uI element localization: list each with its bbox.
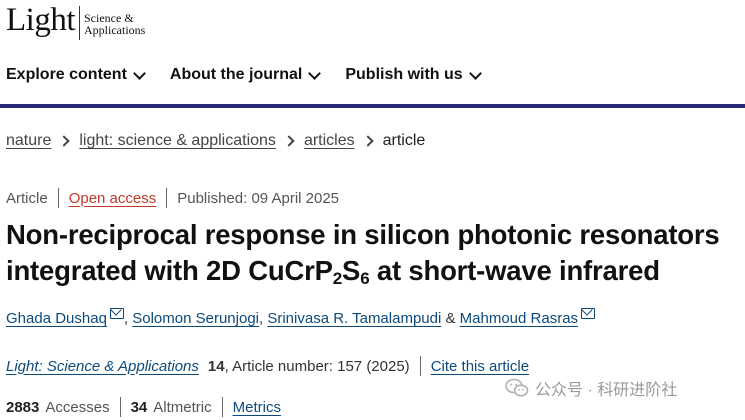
author-link[interactable]: Ghada Dushaq [6,310,107,327]
breadcrumb: nature light: science & applications art… [6,132,425,150]
citation-line: Light: Science & Applications 14 , Artic… [6,356,529,376]
divider [221,397,223,417]
accesses-label: Accesses [45,398,110,416]
breadcrumb-nature[interactable]: nature [6,132,51,150]
wechat-icon [505,378,529,397]
author-separator: , [123,310,133,327]
nav-explore-content[interactable]: Explore content [6,66,146,84]
divider [119,397,121,417]
author-link[interactable]: Mahmoud Rasras [460,310,578,327]
accesses-count: 2883 [6,398,40,416]
breadcrumb-journal[interactable]: light: science & applications [79,132,276,150]
title-suffix: at short-wave infrared [369,255,660,286]
altmetric-label: Altmetric [153,398,212,416]
article-metrics: 2883 Accesses 34 Altmetric Metrics [6,397,281,417]
cite-this-article-link[interactable]: Cite this article [431,358,529,375]
main-nav: Explore content About the journal Publis… [6,66,482,84]
chevron-right-icon [361,135,374,147]
article-type: Article [6,189,48,207]
nav-divider [0,104,745,108]
chevron-down-icon [468,66,482,80]
email-icon[interactable] [581,308,596,319]
author-ampersand: & [441,310,460,327]
divider [166,188,168,208]
logo-divider [79,6,80,40]
logo-sub-line2: Applications [84,23,146,37]
nav-about-label: About the journal [169,66,303,83]
author-list: Ghada Dushaq , Solomon Serunjogi , Srini… [6,308,596,327]
open-access-link[interactable]: Open access [69,190,157,207]
nav-publish[interactable]: Publish with us [345,66,482,84]
published-date: Published: 09 April 2025 [177,189,340,207]
nav-explore-label: Explore content [6,66,127,83]
divider [419,356,421,376]
author-link[interactable]: Srinivasa R. Tamalampudi [267,310,441,327]
breadcrumb-articles[interactable]: articles [304,132,355,150]
chevron-down-icon [308,66,322,80]
article-meta: Article Open access Published: 09 April … [6,188,339,208]
breadcrumb-current: article [382,132,426,149]
metrics-link[interactable]: Metrics [233,399,281,416]
author-separator: , [259,310,268,327]
divider [57,188,59,208]
volume: 14 [207,357,225,375]
author-link[interactable]: Solomon Serunjogi [132,310,259,327]
nav-publish-label: Publish with us [345,66,463,83]
altmetric-count: 34 [130,398,148,416]
logo-subtitle: Science & Applications [84,12,145,36]
logo-main-text: Light [6,2,76,38]
chevron-right-icon [283,135,295,147]
title-line2-prefix: integrated with 2D CuCrP [6,255,333,286]
journal-logo[interactable]: Light Science & Applications [6,4,145,44]
article-number: , Article number: 157 (2025) [224,357,410,375]
title-line1: Non-reciprocal response in silicon photo… [6,219,720,250]
title-subscript-2: 2 [332,269,343,288]
chevron-down-icon [133,66,146,80]
journal-link[interactable]: Light: Science & Applications [6,358,199,375]
watermark-text: 公众号 · 科研进阶社 [535,382,678,399]
nav-about-journal[interactable]: About the journal [169,66,322,84]
email-icon[interactable] [109,308,124,319]
chevron-right-icon [58,135,71,147]
article-title: Non-reciprocal response in silicon photo… [6,217,745,289]
title-mid: S [342,255,361,286]
wechat-watermark: 公众号 · 科研进阶社 [505,376,677,400]
